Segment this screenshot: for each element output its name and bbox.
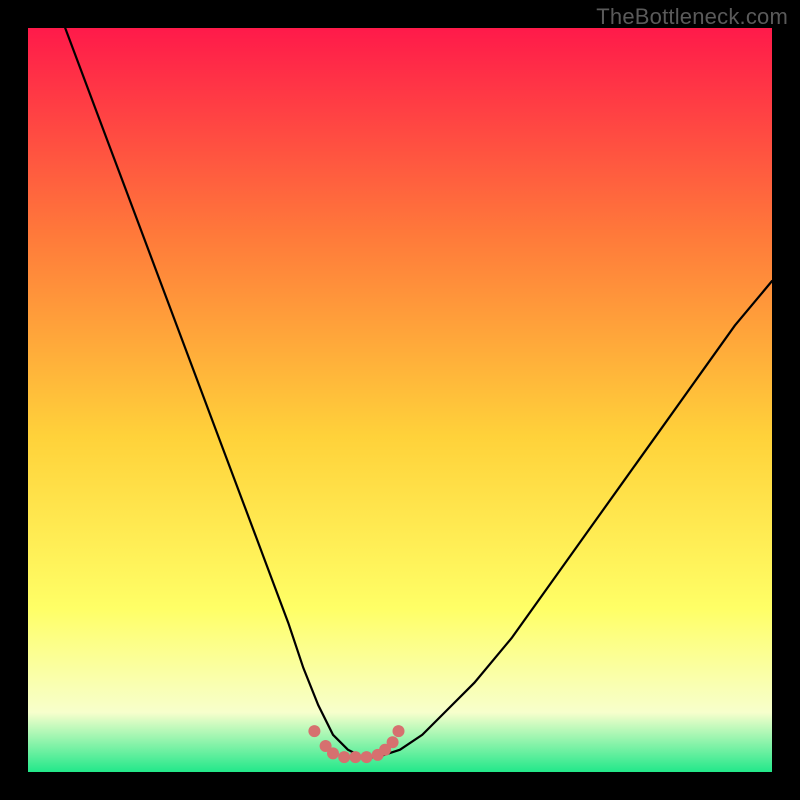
marker-dot [393,725,405,737]
attribution-text: TheBottleneck.com [596,4,788,30]
marker-dot [338,751,350,763]
marker-dot [327,747,339,759]
marker-dot [361,751,373,763]
marker-dot [349,751,361,763]
bottleneck-chart [28,28,772,772]
gradient-background [28,28,772,772]
marker-dot [308,725,320,737]
plot-area [28,28,772,772]
marker-dot [387,736,399,748]
outer-frame: TheBottleneck.com [0,0,800,800]
